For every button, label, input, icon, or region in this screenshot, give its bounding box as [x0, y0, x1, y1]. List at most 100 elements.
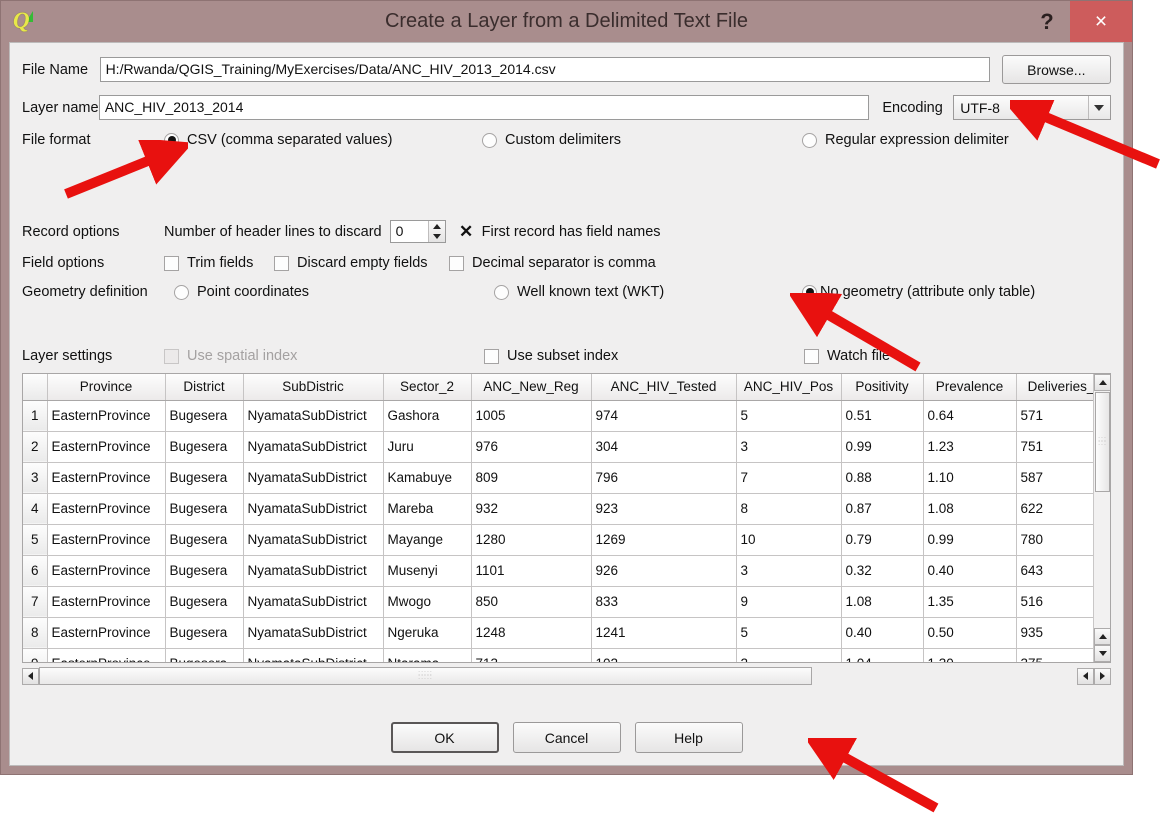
table-cell[interactable]: 0.50 [923, 617, 1017, 649]
radio-regex-delimiter[interactable]: Regular expression delimiter [802, 132, 1009, 148]
scroll-left-icon[interactable] [22, 667, 39, 685]
checkbox-watch-file-indicator[interactable] [804, 348, 819, 364]
table-cell[interactable]: 926 [591, 555, 737, 587]
table-cell[interactable]: Bugesera [165, 431, 244, 463]
row-number[interactable]: 1 [23, 400, 48, 432]
table-cell[interactable]: 0.88 [841, 462, 924, 494]
checkbox-first-record[interactable]: ✕ First record has field names [458, 223, 661, 240]
browse-button[interactable]: Browse... [1001, 55, 1111, 84]
checkbox-discard-empty-fields-indicator[interactable] [274, 255, 289, 271]
table-cell[interactable]: NyamataSubDistrict [243, 462, 384, 494]
table-cell[interactable]: 1280 [471, 524, 592, 556]
cancel-button[interactable]: Cancel [512, 722, 621, 753]
table-cell[interactable]: 0.64 [923, 400, 1017, 432]
table-cell[interactable]: 1.35 [923, 586, 1017, 618]
row-number[interactable]: 7 [23, 586, 48, 618]
table-cell[interactable]: 102 [591, 648, 737, 662]
column-header[interactable]: Prevalence [923, 374, 1017, 401]
table-cell[interactable]: Ngeruka [383, 617, 472, 649]
table-cell[interactable]: 833 [591, 586, 737, 618]
scroll-left-end-icon[interactable] [1077, 667, 1094, 685]
column-header[interactable]: Positivity [841, 374, 924, 401]
column-header[interactable]: ANC_New_Reg [471, 374, 592, 401]
table-cell[interactable]: 809 [471, 462, 592, 494]
table-cell[interactable]: NyamataSubDistrict [243, 586, 384, 618]
csv-preview-table[interactable]: Province District SubDistric Sector_2 ANC_Ne… [22, 373, 1111, 663]
table-cell[interactable]: 0.79 [841, 524, 924, 556]
radio-wkt[interactable]: Well known text (WKT) [494, 284, 802, 300]
table-cell[interactable]: NyamataSubDistrict [243, 648, 384, 662]
table-cell[interactable]: Juru [383, 431, 472, 463]
table-cell[interactable]: 7 [736, 462, 842, 494]
table-cell[interactable]: 1005 [471, 400, 592, 432]
table-cell[interactable]: 850 [471, 586, 592, 618]
table-cell[interactable]: 923 [591, 493, 737, 525]
table-cell[interactable]: 0.40 [923, 555, 1017, 587]
radio-no-geometry[interactable]: No geometry (attribute only table) [802, 284, 1035, 300]
table-cell[interactable]: Bugesera [165, 400, 244, 432]
table-cell[interactable]: EasternProvince [47, 462, 166, 494]
radio-csv[interactable]: CSV (comma separated values) [164, 132, 482, 148]
help-titlebar-icon[interactable]: ? [1024, 1, 1070, 42]
table-row[interactable]: 6 EasternProvince Bugesera NyamataSubDistri… [23, 555, 1107, 587]
checkbox-watch-file[interactable]: Watch file [804, 348, 890, 364]
table-cell[interactable]: Bugesera [165, 648, 244, 662]
table-cell[interactable]: NyamataSubDistrict [243, 400, 384, 432]
table-cell[interactable]: 0.51 [841, 400, 924, 432]
table-cell[interactable]: 3 [736, 431, 842, 463]
table-cell[interactable]: EasternProvince [47, 524, 166, 556]
scroll-down-icon[interactable] [1094, 645, 1110, 662]
table-cell[interactable]: 0.40 [841, 617, 924, 649]
row-number[interactable]: 3 [23, 462, 48, 494]
table-row[interactable]: 9EasternProvinceBugeseraNyamataSubDistri… [23, 648, 1107, 662]
table-cell[interactable]: 5 [736, 400, 842, 432]
table-cell[interactable]: 1269 [591, 524, 737, 556]
table-horizontal-scrollbar[interactable]: :::::::::: [22, 665, 1111, 687]
radio-custom-delimiters[interactable]: Custom delimiters [482, 132, 802, 148]
table-cell[interactable]: 1.08 [923, 493, 1017, 525]
column-header[interactable]: Sector_2 [383, 374, 472, 401]
table-cell[interactable]: NyamataSubDistrict [243, 617, 384, 649]
table-cell[interactable]: Bugesera [165, 555, 244, 587]
table-cell[interactable]: 0.87 [841, 493, 924, 525]
checkbox-use-subset-index[interactable]: Use subset index [484, 348, 804, 364]
column-header[interactable]: District [165, 374, 244, 401]
header-lines-value[interactable]: 0 [391, 221, 428, 242]
table-cell[interactable]: 974 [591, 400, 737, 432]
checkbox-trim-fields-indicator[interactable] [164, 255, 179, 271]
table-cell[interactable]: 9 [736, 586, 842, 618]
ok-button[interactable]: OK [390, 722, 499, 753]
table-row[interactable]: 7 EasternProvince Bugesera NyamataSubDistri… [23, 586, 1107, 618]
row-number[interactable]: 6 [23, 555, 48, 587]
table-cell[interactable]: Musenyi [383, 555, 472, 587]
column-header[interactable]: ANC_HIV_Tested [591, 374, 737, 401]
radio-no-geometry-indicator[interactable] [802, 284, 817, 300]
table-cell[interactable]: EasternProvince [47, 400, 166, 432]
help-button[interactable]: Help [634, 722, 743, 753]
table-cell[interactable]: 2 [736, 648, 842, 662]
table-cell[interactable]: EasternProvince [47, 493, 166, 525]
table-row[interactable]: 5 EasternProvince Bugesera NyamataSubDistri… [23, 524, 1107, 556]
table-cell[interactable]: 796 [591, 462, 737, 494]
radio-point-coordinates[interactable]: Point coordinates [174, 284, 494, 300]
table-row[interactable]: 1 EasternProvince Bugesera NyamataSubDistri… [23, 400, 1107, 432]
table-cell[interactable]: Gashora [383, 400, 472, 432]
table-cell[interactable]: 932 [471, 493, 592, 525]
table-cell[interactable]: NyamataSubDistrict [243, 493, 384, 525]
table-cell[interactable]: 1.08 [841, 586, 924, 618]
table-cell[interactable]: NyamataSubDistrict [243, 555, 384, 587]
table-cell[interactable]: Bugesera [165, 493, 244, 525]
table-cell[interactable]: 1.10 [923, 462, 1017, 494]
scroll-up-icon[interactable] [1094, 374, 1110, 391]
table-cell[interactable]: EasternProvince [47, 555, 166, 587]
table-cell[interactable]: EasternProvince [47, 431, 166, 463]
table-cell[interactable]: Kamabuye [383, 462, 472, 494]
table-cell[interactable]: EasternProvince [47, 648, 166, 662]
checkbox-trim-fields[interactable]: Trim fields [164, 255, 274, 271]
table-cell[interactable]: 3 [736, 555, 842, 587]
radio-custom-delimiters-indicator[interactable] [482, 132, 497, 148]
table-cell[interactable]: 1.30 [923, 648, 1017, 662]
table-cell[interactable]: 1.04 [841, 648, 924, 662]
column-header[interactable] [23, 374, 48, 401]
table-vertical-scrollbar[interactable]: :::::: [1093, 374, 1110, 662]
